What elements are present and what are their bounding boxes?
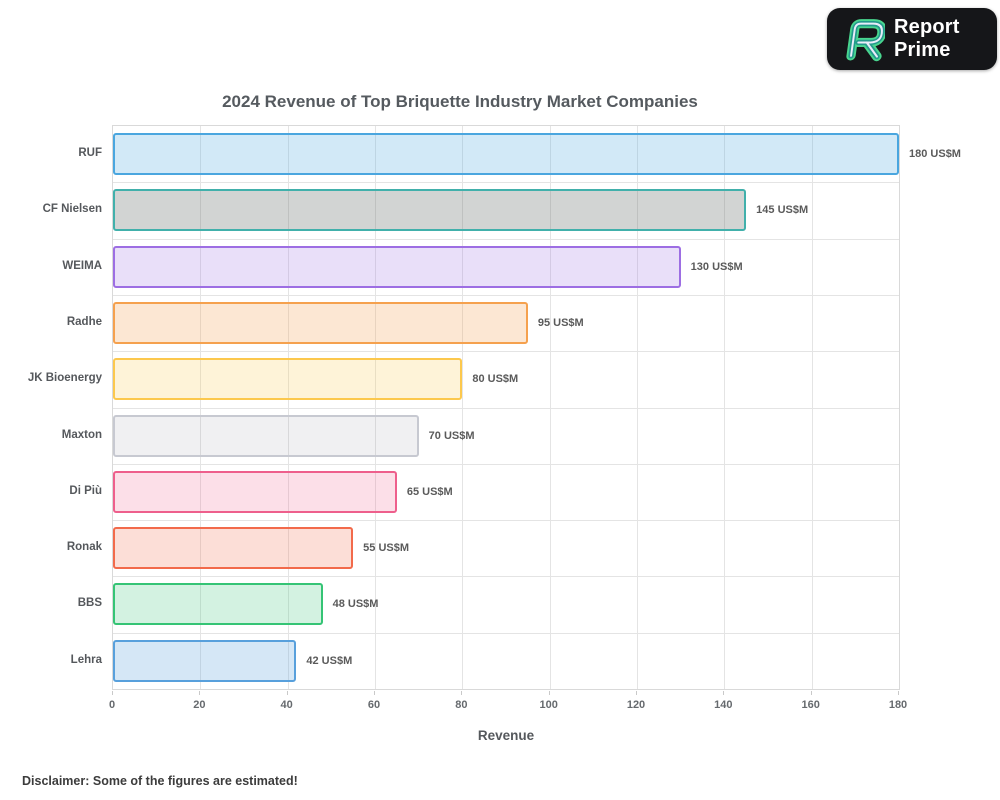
x-tick-mark <box>636 691 637 695</box>
bar-row: 42 US$M <box>113 633 899 690</box>
x-tick-mark <box>461 691 463 695</box>
category-label: WEIMA <box>62 259 102 272</box>
bar-value-label: 130 US$M <box>690 260 743 273</box>
x-tick-label: 180 <box>888 699 908 711</box>
x-tick-label: 160 <box>801 699 820 711</box>
bar-jk-bioenergy <box>113 358 463 401</box>
category-label: Lehra <box>70 653 102 666</box>
bar-row: 180 US$M <box>113 126 961 183</box>
bar-radhe <box>113 301 528 344</box>
x-tick-label: 80 <box>455 699 468 711</box>
bar-row: 80 US$M <box>113 351 899 408</box>
x-tick-mark <box>810 691 812 695</box>
bar-row: 95 US$M <box>113 295 899 352</box>
brand-name: Report Prime <box>894 16 960 62</box>
category-label: Radhe <box>66 315 102 328</box>
category-label: Di Più <box>69 484 102 497</box>
bar-ronak <box>113 527 354 570</box>
category-label: RUF <box>78 147 102 159</box>
x-axis-tick-labels: 0 20 40 60 80 100 120 140 160 180 <box>108 699 907 715</box>
bar-row: 70 US$M <box>113 408 899 465</box>
x-tick-mark <box>286 691 288 695</box>
chart-canvas: Report Prime 2024 Revenue of Top Briquet… <box>0 0 1000 800</box>
category-label: BBS <box>77 597 102 610</box>
x-tick-mark <box>548 691 550 695</box>
bar-value-label: 70 US$M <box>428 429 475 442</box>
bar-value-label: 95 US$M <box>537 316 584 329</box>
x-tick-label: 140 <box>714 699 733 711</box>
brand-line-1: Report <box>894 16 960 38</box>
x-tick-mark <box>112 691 113 695</box>
category-label: Maxton <box>61 428 102 441</box>
category-label: JK Bioenergy <box>27 372 102 385</box>
bar-ruf <box>113 133 899 175</box>
x-tick-mark <box>723 691 725 695</box>
x-tick-label: 60 <box>367 699 381 711</box>
bar-row: 48 US$M <box>113 576 899 633</box>
brand-line-2: Prime <box>894 39 951 61</box>
disclaimer-text: Disclaimer: Some of the figures are esti… <box>22 774 298 788</box>
bar-row: 65 US$M <box>113 464 899 521</box>
x-axis-title: Revenue <box>477 728 535 743</box>
bar-value-label: 48 US$M <box>332 598 379 611</box>
bar-row: 55 US$M <box>113 520 899 577</box>
bar-value-label: 180 US$M <box>909 148 961 160</box>
x-tick-mark <box>374 691 375 695</box>
x-tick-mark <box>898 691 899 695</box>
bar-row: 130 US$M <box>113 239 899 296</box>
bar-lehra <box>113 639 297 682</box>
report-prime-logo: Report Prime <box>827 8 997 70</box>
chart-title: 2024 Revenue of Top Briquette Industry M… <box>222 92 698 111</box>
bar-di-pi- <box>113 470 397 513</box>
bar-row: 145 US$M <box>113 182 899 239</box>
bar-maxton <box>113 414 419 457</box>
y-axis-labels: RUF CF Nielsen WEIMA Radhe JK Bioenergy Maxto… <box>0 125 102 690</box>
category-label: Ronak <box>66 541 102 554</box>
bar-value-label: 42 US$M <box>306 654 353 667</box>
x-tick-label: 20 <box>193 699 206 711</box>
bar-value-label: 65 US$M <box>406 485 453 498</box>
bar-value-label: 80 US$M <box>472 373 519 386</box>
category-label: CF Nielsen <box>42 203 102 216</box>
bar-cf-nielsen <box>113 189 747 232</box>
bar-weima <box>113 245 681 288</box>
bar-bbs <box>113 583 323 626</box>
bar-value-label: 55 US$M <box>363 542 410 555</box>
x-tick-mark <box>199 691 201 695</box>
x-tick-label: 0 <box>108 699 116 711</box>
plot-area: 180 US$M 145 US$M 130 US$M 95 US$M 80 US$M 70… <box>112 125 961 690</box>
x-tick-label: 100 <box>539 699 558 711</box>
x-tick-label: 40 <box>280 699 293 711</box>
bar-value-label: 145 US$M <box>756 204 809 217</box>
report-prime-r-icon <box>846 19 885 62</box>
x-tick-label: 120 <box>626 699 646 711</box>
